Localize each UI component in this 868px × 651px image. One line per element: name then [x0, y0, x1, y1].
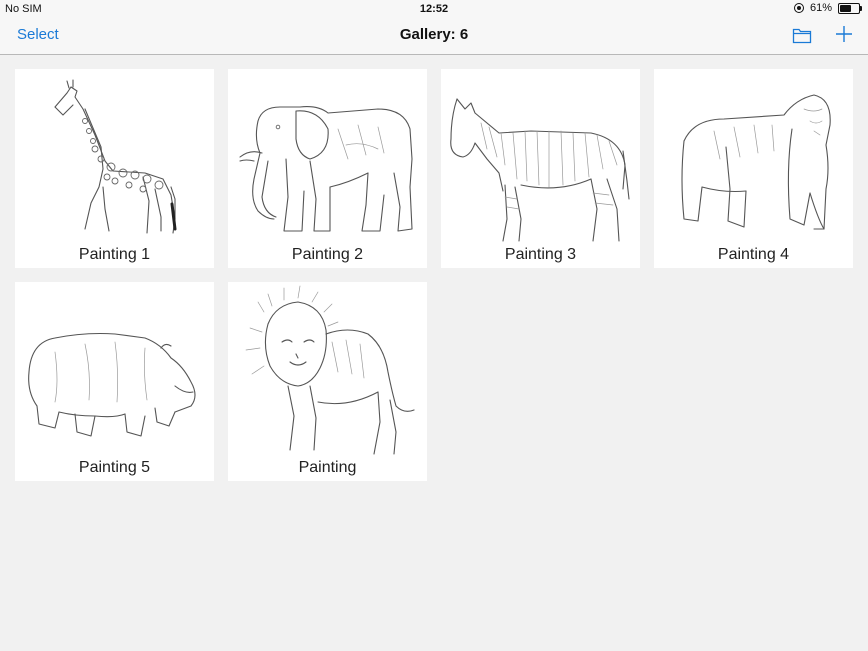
- zebra-sketch: [450, 98, 630, 242]
- battery-percent: 61%: [809, 2, 832, 14]
- battery-icon: [838, 2, 862, 14]
- page-title: Gallery: 6: [399, 26, 469, 43]
- plus-icon[interactable]: [834, 24, 854, 44]
- navigation-bar: Select Gallery: 6: [0, 18, 868, 55]
- elephant-sketch: [239, 106, 413, 232]
- status-right: 61%: [793, 2, 862, 14]
- battery-fill: [840, 4, 851, 12]
- gallery-item-label: Painting 2: [291, 246, 364, 263]
- lion-sketch: [245, 285, 415, 455]
- gallery-item-label: Painting 4: [717, 246, 790, 263]
- gallery-item[interactable]: Painting: [228, 282, 427, 481]
- gallery-item-label: Painting: [298, 459, 357, 476]
- gallery-item[interactable]: Painting 5: [15, 282, 214, 481]
- gallery-item[interactable]: Painting 2: [228, 69, 427, 268]
- giraffe-sketch: [54, 79, 177, 234]
- gallery-item-label: Painting 3: [504, 246, 577, 263]
- gallery-item-label: Painting 5: [78, 459, 151, 476]
- status-bar: No SIM 12:52 61%: [0, 0, 868, 18]
- gallery-item[interactable]: Painting 4: [654, 69, 853, 268]
- rotation-lock-icon: [793, 3, 804, 13]
- gallery-item[interactable]: Painting 1: [15, 69, 214, 268]
- gorilla-sketch: [681, 94, 831, 230]
- folder-icon[interactable]: [792, 26, 812, 44]
- gallery-item-label: Painting 1: [78, 246, 151, 263]
- clock: 12:52: [419, 3, 449, 15]
- hippopotamus-sketch: [28, 332, 196, 437]
- gallery-item[interactable]: Painting 3: [441, 69, 640, 268]
